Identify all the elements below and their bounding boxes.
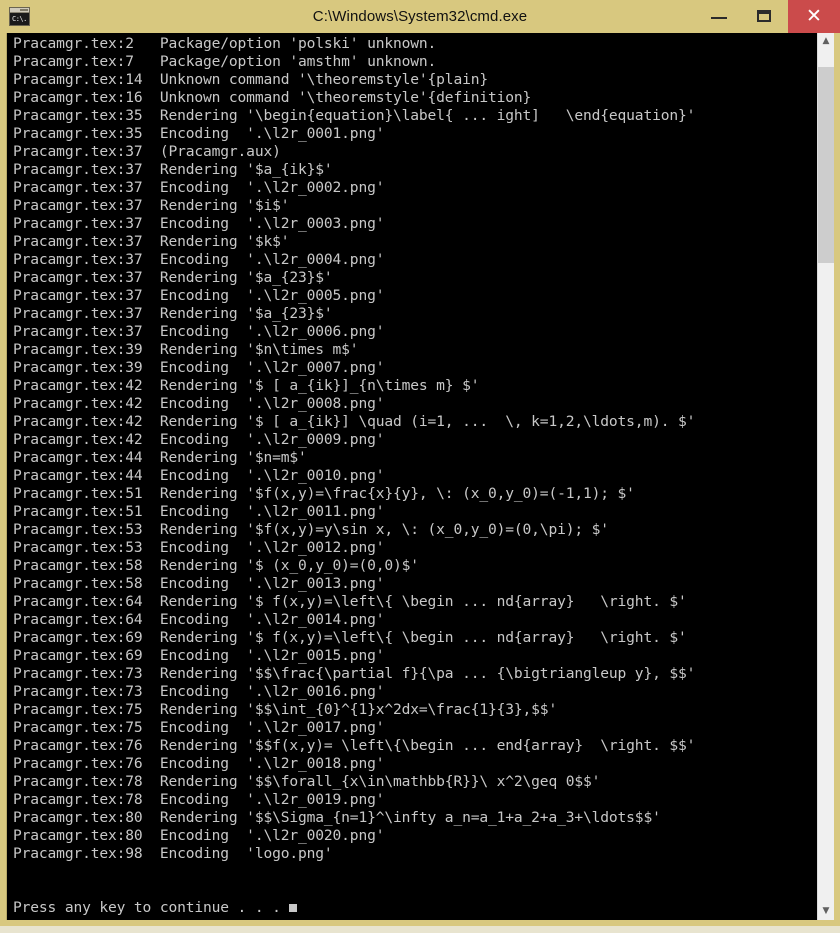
console-line: Pracamgr.tex:78 Rendering '$$\forall_{x\… xyxy=(13,773,601,790)
console-output-area[interactable]: Pracamgr.tex:2 Package/option 'polski' u… xyxy=(6,33,834,920)
console-line: Pracamgr.tex:14 Unknown command '\theore… xyxy=(13,71,488,88)
console-line: Pracamgr.tex:37 Encoding '.\l2r_0002.png… xyxy=(13,179,385,196)
maximize-icon xyxy=(757,9,771,22)
console-line: Pracamgr.tex:51 Encoding '.\l2r_0011.png… xyxy=(13,503,385,520)
icon-screen-text: C:\. xyxy=(10,13,29,25)
scroll-up-arrow-icon[interactable]: ▲ xyxy=(818,33,834,50)
console-line: Pracamgr.tex:37 Rendering '$k$' xyxy=(13,233,290,250)
console-line: Pracamgr.tex:53 Rendering '$f(x,y)=y\sin… xyxy=(13,521,609,538)
console-line: Pracamgr.tex:73 Encoding '.\l2r_0016.png… xyxy=(13,683,385,700)
minimize-icon xyxy=(711,16,727,19)
console-line: Pracamgr.tex:42 Encoding '.\l2r_0008.png… xyxy=(13,395,385,412)
console-line: Pracamgr.tex:76 Encoding '.\l2r_0018.png… xyxy=(13,755,385,772)
console-line: Pracamgr.tex:98 Encoding 'logo.png' xyxy=(13,845,333,862)
cmd-window: C:\. C:\Windows\System32\cmd.exe ✕ Praca… xyxy=(0,0,840,926)
console-line: Pracamgr.tex:37 Encoding '.\l2r_0004.png… xyxy=(13,251,385,268)
console-line: Pracamgr.tex:75 Encoding '.\l2r_0017.png… xyxy=(13,719,385,736)
desktop-strip xyxy=(0,926,840,933)
console-line: Pracamgr.tex:44 Encoding '.\l2r_0010.png… xyxy=(13,467,385,484)
press-any-key-prompt: Press any key to continue . . . xyxy=(13,899,813,917)
console-line: Pracamgr.tex:35 Encoding '.\l2r_0001.png… xyxy=(13,125,385,142)
console-line: Pracamgr.tex:78 Encoding '.\l2r_0019.png… xyxy=(13,791,385,808)
console-line: Pracamgr.tex:37 (Pracamgr.aux) xyxy=(13,143,281,160)
scroll-down-arrow-icon[interactable]: ▼ xyxy=(818,903,834,920)
console-line: Pracamgr.tex:69 Encoding '.\l2r_0015.png… xyxy=(13,647,385,664)
minimize-button[interactable] xyxy=(696,0,742,33)
cmd-console-icon: C:\. xyxy=(9,7,30,26)
console-line: Pracamgr.tex:80 Rendering '$$\Sigma_{n=1… xyxy=(13,809,661,826)
console-line: Pracamgr.tex:42 Encoding '.\l2r_0009.png… xyxy=(13,431,385,448)
console-scrollbar[interactable]: ▲ ▼ xyxy=(817,33,834,920)
console-line: Pracamgr.tex:37 Rendering '$i$' xyxy=(13,197,290,214)
console-line: Pracamgr.tex:58 Encoding '.\l2r_0013.png… xyxy=(13,575,385,592)
console-line: Pracamgr.tex:58 Rendering '$ (x_0,y_0)=(… xyxy=(13,557,419,574)
console-line: Pracamgr.tex:75 Rendering '$$\int_{0}^{1… xyxy=(13,701,558,718)
console-line: Pracamgr.tex:69 Rendering '$ f(x,y)=\lef… xyxy=(13,629,687,646)
console-text: Pracamgr.tex:2 Package/option 'polski' u… xyxy=(13,35,813,917)
console-line: Pracamgr.tex:37 Rendering '$a_{23}$' xyxy=(13,269,333,286)
console-line: Pracamgr.tex:37 Encoding '.\l2r_0006.png… xyxy=(13,323,385,340)
window-controls: ✕ xyxy=(696,0,840,33)
console-line: Pracamgr.tex:73 Rendering '$$\frac{\part… xyxy=(13,665,696,682)
console-line: Pracamgr.tex:35 Rendering '\begin{equati… xyxy=(13,107,696,124)
icon-titlebar-strip xyxy=(10,8,29,13)
console-line: Pracamgr.tex:37 Encoding '.\l2r_0003.png… xyxy=(13,215,385,232)
prompt-text: Press any key to continue . . . xyxy=(13,899,290,916)
maximize-button[interactable] xyxy=(742,0,788,33)
console-line: Pracamgr.tex:7 Package/option 'amsthm' u… xyxy=(13,53,437,70)
console-line: Pracamgr.tex:42 Rendering '$ [ a_{ik}]_{… xyxy=(13,377,480,394)
console-line: Pracamgr.tex:53 Encoding '.\l2r_0012.png… xyxy=(13,539,385,556)
console-line: Pracamgr.tex:76 Rendering '$$f(x,y)= \le… xyxy=(13,737,696,754)
close-button[interactable]: ✕ xyxy=(788,0,840,33)
console-line: Pracamgr.tex:39 Rendering '$n\times m$' xyxy=(13,341,359,358)
close-icon: ✕ xyxy=(806,6,822,27)
console-line: Pracamgr.tex:16 Unknown command '\theore… xyxy=(13,89,532,106)
console-line: Pracamgr.tex:42 Rendering '$ [ a_{ik}] \… xyxy=(13,413,696,430)
console-line: Pracamgr.tex:64 Encoding '.\l2r_0014.png… xyxy=(13,611,385,628)
console-line: Pracamgr.tex:44 Rendering '$n=m$' xyxy=(13,449,307,466)
title-bar[interactable]: C:\. C:\Windows\System32\cmd.exe ✕ xyxy=(0,0,840,33)
console-line: Pracamgr.tex:2 Package/option 'polski' u… xyxy=(13,35,437,52)
console-line: Pracamgr.tex:80 Encoding '.\l2r_0020.png… xyxy=(13,827,385,844)
scrollbar-thumb[interactable] xyxy=(818,67,834,264)
console-line: Pracamgr.tex:51 Rendering '$f(x,y)=\frac… xyxy=(13,485,635,502)
console-line: Pracamgr.tex:37 Rendering '$a_{ik}$' xyxy=(13,161,333,178)
console-line: Pracamgr.tex:37 Encoding '.\l2r_0005.png… xyxy=(13,287,385,304)
console-line: Pracamgr.tex:39 Encoding '.\l2r_0007.png… xyxy=(13,359,385,376)
text-cursor xyxy=(289,904,298,912)
console-line: Pracamgr.tex:64 Rendering '$ f(x,y)=\lef… xyxy=(13,593,687,610)
console-line: Pracamgr.tex:37 Rendering '$a_{23}$' xyxy=(13,305,333,322)
